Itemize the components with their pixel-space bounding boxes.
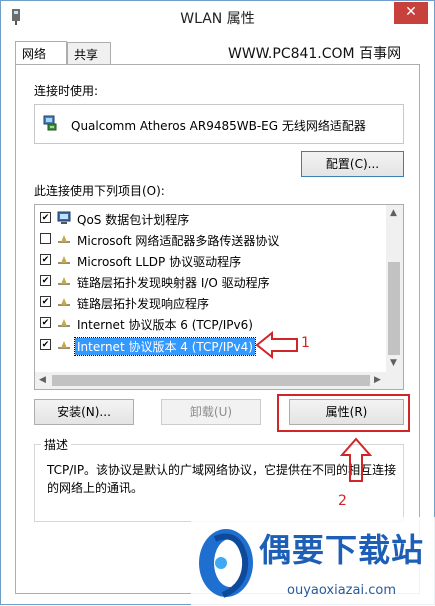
protocol-icon [58,319,70,327]
item-checkbox[interactable] [40,275,51,286]
adapter-name: Qualcomm Atheros AR9485WB-EG 无线网络适配器 [71,119,366,133]
item-label: Internet 协议版本 6 (TCP/IPv6) [77,318,253,332]
list-item-ipv6[interactable]: Internet 协议版本 6 (TCP/IPv6) [35,313,387,333]
item-checkbox[interactable] [40,296,51,307]
vertical-scroll-thumb[interactable] [388,262,400,355]
connect-using-label: 连接时使用: [34,84,99,98]
site-brand-text: WWW.PC841.COM 百事网 [228,46,402,62]
annotation-arrow-up-icon [340,437,372,482]
annotation-highlight-box [277,394,410,432]
wlan-properties-window: WLAN 属性 ✕ 网络 共享 WWW.PC841.COM 百事网 连接时使用:… [0,0,435,606]
annotation-arrow-left-icon [255,331,298,359]
item-checkbox[interactable] [40,254,51,265]
item-checkbox[interactable] [40,233,51,244]
item-label: Internet 协议版本 4 (TCP/IPv4) [74,337,256,356]
item-label: 链路层拓扑发现响应程序 [77,297,210,311]
annotation-number-2: 2 [338,493,347,509]
item-checkbox[interactable] [40,212,51,223]
list-item-qos[interactable]: QoS 数据包计划程序 [35,208,387,228]
horizontal-scroll-thumb[interactable] [52,375,370,386]
item-checkbox[interactable] [40,339,51,350]
list-item-ipv4[interactable]: Internet 协议版本 4 (TCP/IPv4) [35,335,387,356]
list-item-lltd-mapper[interactable]: 链路层拓扑发现映射器 I/O 驱动程序 [35,271,387,291]
tab-label: 网络 [22,47,47,61]
adapter-box: Qualcomm Atheros AR9485WB-EG 无线网络适配器 [34,104,404,144]
title-bar: WLAN 属性 ✕ [1,1,434,34]
protocol-icon [58,277,70,285]
tab-network[interactable]: 网络 [15,41,67,65]
close-button[interactable]: ✕ [394,2,428,24]
uninstall-button[interactable]: 卸载(U) [161,399,261,425]
qos-scheduler-icon [57,211,71,224]
protocol-icon [58,256,70,264]
protocol-icon [58,298,70,306]
scroll-left-icon[interactable]: ◀ [39,375,46,385]
item-label: Microsoft 网络适配器多路传送器协议 [77,234,280,248]
window-title: WLAN 属性 [180,11,255,27]
components-list[interactable]: QoS 数据包计划程序 Microsoft 网络适配器多路传送器协议 Micro… [34,204,404,390]
annotation-number-1: 1 [301,335,310,351]
site-logo-icon [199,529,253,598]
item-label: 链路层拓扑发现映射器 I/O 驱动程序 [77,276,270,290]
scroll-right-icon[interactable]: ▶ [374,375,381,385]
scroll-down-icon[interactable]: ▼ [390,358,397,368]
horizontal-scrollbar[interactable]: ◀ ▶ [35,372,387,389]
tab-label: 共享 [74,48,99,62]
list-item-lldp[interactable]: Microsoft LLDP 协议驱动程序 [35,250,387,270]
items-label: 此连接使用下列项目(O): [34,184,165,198]
description-legend: 描述 [41,436,72,453]
scrollbar-corner [386,372,403,389]
install-button[interactable]: 安装(N)... [34,399,134,425]
protocol-icon [58,235,70,243]
watermark-url: ouyaoxiazai.com [287,583,396,598]
vertical-scrollbar[interactable]: ▲ ▼ [386,205,403,372]
protocol-icon [58,341,70,349]
list-item-multiplexor[interactable]: Microsoft 网络适配器多路传送器协议 [35,229,387,249]
configure-button[interactable]: 配置(C)... [301,151,404,177]
scroll-up-icon[interactable]: ▲ [390,208,397,218]
item-label: QoS 数据包计划程序 [77,213,190,227]
item-checkbox[interactable] [40,317,51,328]
item-label: Microsoft LLDP 协议驱动程序 [77,255,242,269]
watermark: 偶要下载站 ouyaoxiazai.com [191,517,435,606]
tab-sharing[interactable]: 共享 [67,42,111,65]
list-item-lltd-responder[interactable]: 链路层拓扑发现响应程序 [35,292,387,312]
watermark-title: 偶要下载站 [259,531,425,569]
close-icon: ✕ [405,4,417,20]
network-adapter-icon [43,115,57,131]
